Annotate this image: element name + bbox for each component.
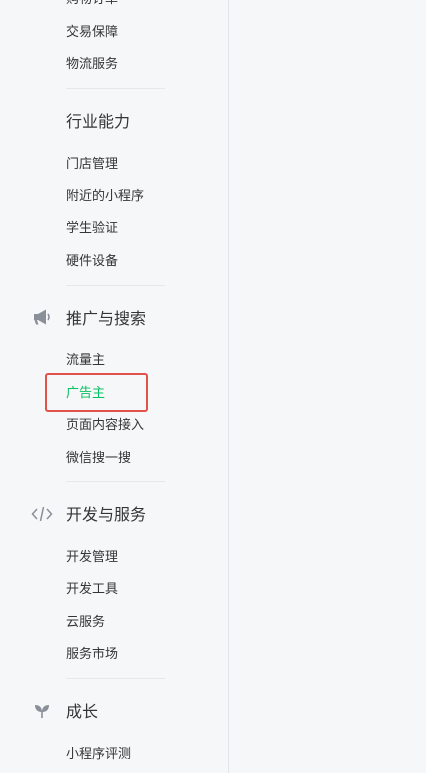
divider <box>66 285 165 286</box>
sidebar-item-logistics[interactable]: 物流服务 <box>66 57 118 73</box>
code-icon <box>31 503 53 525</box>
section-title-industry: 行业能力 <box>66 112 131 131</box>
sidebar-item-dev-tools[interactable]: 开发工具 <box>66 582 118 598</box>
sprout-icon <box>31 700 53 722</box>
sidebar-item-wechat-search[interactable]: 微信搜一搜 <box>66 451 131 467</box>
sidebar-item-cloud-service[interactable]: 云服务 <box>66 615 105 631</box>
sidebar-item-trade-guarantee[interactable]: 交易保障 <box>66 25 118 41</box>
divider <box>66 678 165 679</box>
sidebar-item-shopping-order[interactable]: 购物订单 <box>66 0 118 8</box>
section-title-promotion: 推广与搜索 <box>66 309 147 328</box>
sidebar-item-nearby-miniprogram[interactable]: 附近的小程序 <box>66 189 144 205</box>
sidebar-item-page-content-access[interactable]: 页面内容接入 <box>66 418 144 434</box>
section-title-develop: 开发与服务 <box>66 505 147 524</box>
sidebar-item-miniprogram-evaluation[interactable]: 小程序评测 <box>66 747 131 763</box>
divider <box>66 481 165 482</box>
highlight-box <box>45 373 148 412</box>
sidebar-item-hardware-devices[interactable]: 硬件设备 <box>66 254 118 270</box>
sidebar-item-traffic-master[interactable]: 流量主 <box>66 353 105 369</box>
sidebar-item-dev-management[interactable]: 开发管理 <box>66 550 118 566</box>
main-content-area <box>229 0 426 773</box>
sidebar-item-service-market[interactable]: 服务市场 <box>66 647 118 663</box>
megaphone-icon <box>31 306 53 328</box>
sidebar-nav: 购物订单 交易保障 物流服务 行业能力 门店管理 附近的小程序 学生验证 硬件设… <box>0 0 228 773</box>
divider <box>66 88 165 89</box>
sidebar-item-store-management[interactable]: 门店管理 <box>66 157 118 173</box>
sidebar-item-student-verification[interactable]: 学生验证 <box>66 221 118 237</box>
page: 购物订单 交易保障 物流服务 行业能力 门店管理 附近的小程序 学生验证 硬件设… <box>0 0 426 773</box>
section-title-growth: 成长 <box>66 702 99 721</box>
